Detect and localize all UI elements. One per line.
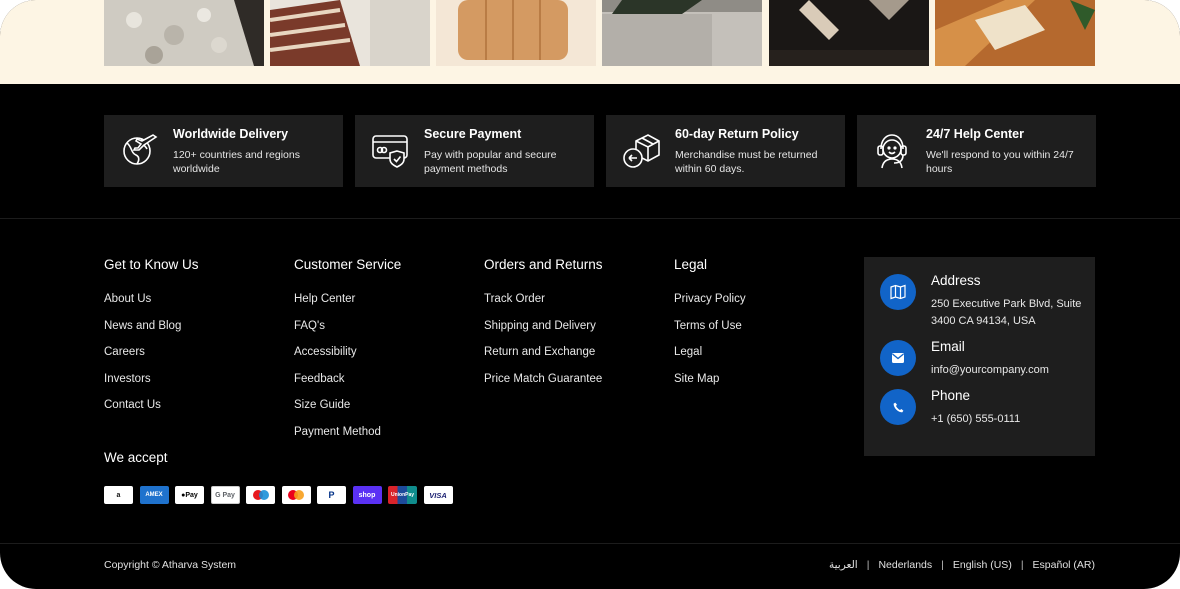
footer-link-careers[interactable]: Careers (104, 346, 199, 373)
feature-title: 24/7 Help Center (926, 127, 1024, 141)
feature-title: 60-day Return Policy (675, 127, 799, 141)
product-image-lounge-chair[interactable] (935, 0, 1095, 66)
return-box-icon (622, 131, 660, 169)
column-heading: Customer Service (294, 257, 402, 272)
feature-return-policy: 60-day Return Policy Merchandise must be… (606, 115, 845, 187)
product-image-concrete-pedestal[interactable] (602, 0, 762, 66)
footer-link-track-order[interactable]: Track Order (484, 293, 603, 320)
product-image-throw-blanket[interactable] (104, 0, 264, 66)
column-customer-service: Customer Service Help Center FAQ's Acces… (294, 257, 401, 453)
language-english-us[interactable]: English (US) (953, 559, 1012, 571)
feature-worldwide-delivery: Worldwide Delivery 120+ countries and re… (104, 115, 343, 187)
footer-link-accessibility[interactable]: Accessibility (294, 346, 401, 373)
footer-link-feedback[interactable]: Feedback (294, 373, 401, 400)
contact-title: Email (931, 339, 965, 354)
bottom-divider (0, 543, 1180, 544)
mastercard-icon (281, 486, 311, 504)
phone-icon (880, 389, 916, 425)
amex-icon: AMEX (139, 486, 169, 504)
separator: | (941, 559, 944, 571)
we-accept-heading: We accept (104, 450, 168, 465)
footer-link-site-map[interactable]: Site Map (674, 373, 746, 400)
feature-title: Worldwide Delivery (173, 127, 289, 141)
feature-help-center: 24/7 Help Center We'll respond to you wi… (857, 115, 1096, 187)
footer-link-shipping-and-delivery[interactable]: Shipping and Delivery (484, 320, 603, 347)
column-heading: Get to Know Us (104, 257, 199, 272)
product-image-chair-blanket[interactable] (769, 0, 929, 66)
contact-title: Phone (931, 388, 971, 403)
footer-link-legal[interactable]: Legal (674, 346, 746, 373)
language-selector: العربية | Nederlands | English (US) | Es… (829, 559, 1095, 571)
maestro-icon (246, 486, 275, 504)
feature-description: Pay with popular and secure payment meth… (424, 149, 557, 175)
feature-description: 120+ countries and regions worldwide (173, 149, 300, 175)
apple-pay-icon: ● Pay (175, 486, 204, 504)
shop-pay-icon: shop (352, 486, 382, 504)
map-icon (880, 274, 916, 310)
footer-frame: Worldwide Delivery 120+ countries and re… (0, 0, 1180, 589)
separator: | (1020, 559, 1024, 571)
product-image-patterned-pillow[interactable] (270, 0, 430, 66)
visa-icon: VISA (423, 486, 453, 504)
language-spanish-ar[interactable]: Español (AR) (1033, 559, 1095, 571)
footer-link-size-guide[interactable]: Size Guide (294, 399, 401, 426)
footer-link-price-match-guarantee[interactable]: Price Match Guarantee (484, 373, 603, 400)
footer-link-help-center[interactable]: Help Center (294, 293, 401, 320)
footer-link-investors[interactable]: Investors (104, 373, 199, 400)
globe-plane-icon (120, 131, 158, 169)
footer-link-news-and-blog[interactable]: News and Blog (104, 320, 199, 347)
unionpay-icon: UnionPay (388, 486, 417, 504)
column-orders-and-returns: Orders and Returns Track Order Shipping … (484, 257, 603, 399)
feature-description: Merchandise must be returned within 60 d… (675, 149, 818, 175)
footer-link-faqs[interactable]: FAQ's (294, 320, 401, 347)
address-text: 250 Executive Park Blvd, Suite 3400 CA 9… (931, 298, 1082, 327)
secure-card-icon (371, 131, 409, 169)
separator: | (866, 559, 870, 571)
column-heading: Legal (674, 257, 708, 272)
column-heading: Orders and Returns (484, 257, 603, 272)
column-get-to-know-us: Get to Know Us About Us News and Blog Ca… (104, 257, 199, 426)
contact-card: Address 250 Executive Park Blvd, Suite 3… (864, 257, 1095, 456)
product-image-leather-pouf[interactable] (436, 0, 596, 66)
envelope-icon (880, 340, 916, 376)
amazon-pay-icon: a (104, 486, 133, 504)
google-pay-icon: G Pay (210, 486, 240, 504)
contact-title: Address (931, 273, 981, 288)
phone-number[interactable]: +1 (650) 555-0111 (931, 411, 1091, 428)
product-gallery-strip (0, 0, 1180, 84)
footer-link-payment-method[interactable]: Payment Method (294, 426, 401, 453)
feature-description: We'll respond to you within 24/7 hours (926, 149, 1074, 175)
footer-link-return-and-exchange[interactable]: Return and Exchange (484, 346, 603, 373)
footer-link-contact-us[interactable]: Contact Us (104, 399, 199, 426)
paypal-icon: P (317, 486, 346, 504)
language-arabic[interactable]: العربية (829, 559, 858, 571)
section-divider (0, 218, 1180, 219)
footer-link-about-us[interactable]: About Us (104, 293, 199, 320)
email-address[interactable]: info@yourcompany.com (931, 362, 1091, 379)
footer-link-privacy-policy[interactable]: Privacy Policy (674, 293, 746, 320)
headset-support-icon (873, 131, 911, 169)
feature-secure-payment: Secure Payment Pay with popular and secu… (355, 115, 594, 187)
footer-link-terms-of-use[interactable]: Terms of Use (674, 320, 746, 347)
language-dutch[interactable]: Nederlands (878, 559, 932, 571)
feature-boxes: Worldwide Delivery 120+ countries and re… (104, 115, 1096, 187)
feature-title: Secure Payment (424, 127, 522, 141)
copyright-text: Copyright © Atharva System (104, 559, 237, 571)
column-legal: Legal Privacy Policy Terms of Use Legal … (674, 257, 746, 399)
